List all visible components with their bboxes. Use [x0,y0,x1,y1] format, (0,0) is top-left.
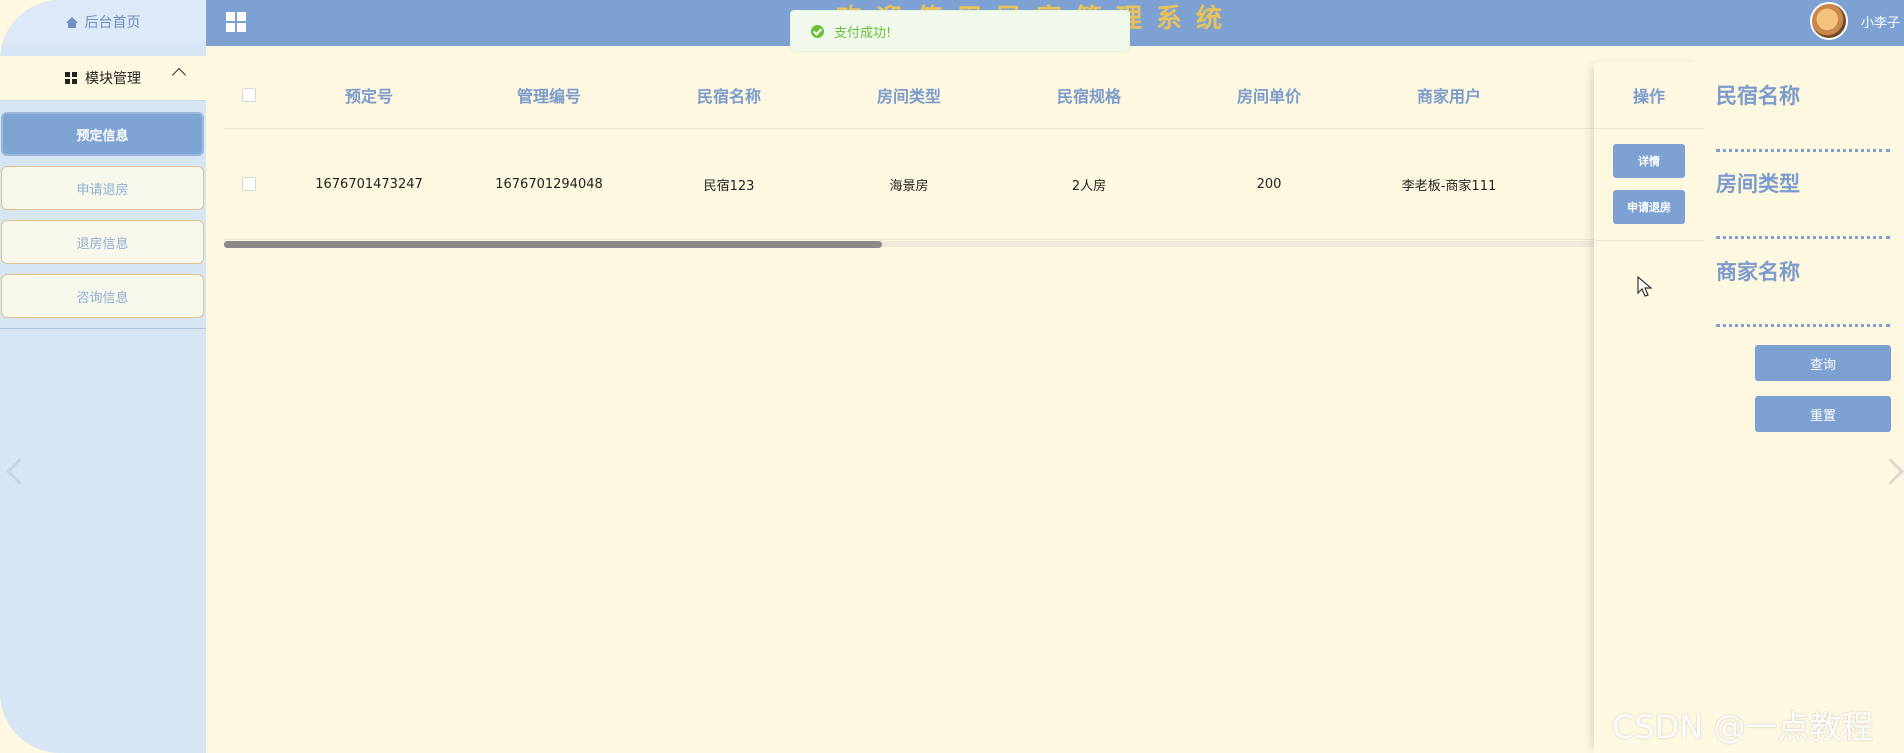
check-circle-icon [811,24,824,38]
search-label-merchant-name: 商家名称 [1716,260,1800,284]
row-checkbox[interactable] [242,177,256,191]
avatar[interactable] [1810,2,1848,40]
table-cell: 2人房 [1071,178,1107,194]
module-menu-toggle[interactable]: 模块管理 [0,56,206,101]
search-input-merchant-name[interactable] [1716,324,1890,327]
column-header: 商家用户 [1416,87,1481,106]
module-label: 模块管理 [85,71,141,87]
grid-icon [65,72,77,84]
search-input-room-type[interactable] [1716,236,1890,239]
table-cell: 海景房 [889,178,929,194]
table-cell: 200 [1256,176,1282,192]
home-icon [65,16,78,28]
table-cell: 1676701294048 [495,176,603,192]
sidebar-item-inquiry[interactable]: 咨询信息 [1,274,204,318]
table-cell: 民宿123 [703,178,755,194]
table-row: 1676701473247 1676701294048 民宿123 海景房 2人… [224,129,1594,240]
reservation-table: 预定号 管理编号 民宿名称 房间类型 民宿规格 房间单价 商家用户 167670… [224,62,1594,252]
sidebar-item-checkout-request[interactable]: 申请退房 [1,166,204,210]
search-panel: 民宿名称 房间类型 商家名称 查询 重置 [1704,62,1904,753]
sidebar-item-reservation[interactable]: 预定信息 [1,112,204,156]
column-header: 民宿规格 [1056,87,1121,106]
toast-message: 支付成功! [834,25,892,41]
sidebar-item-checkout-info[interactable]: 退房信息 [1,220,204,264]
table-cell: 1676701473247 [315,176,423,192]
sidebar: 后台首页 模块管理 预定信息 申请退房 退房信息 咨询信息 [0,0,206,753]
query-button[interactable]: 查询 [1755,345,1891,381]
menu-grid-icon[interactable] [226,12,246,32]
select-all-checkbox[interactable] [242,88,256,102]
horizontal-scrollbar-thumb[interactable] [224,241,882,248]
column-header: 管理编号 [516,87,581,106]
search-input-homestay-name[interactable] [1716,149,1890,152]
table-cell: 李老板-商家111 [1401,178,1497,194]
details-button[interactable]: 详情 [1613,144,1685,178]
row-divider [1594,240,1704,241]
home-link[interactable]: 后台首页 [0,0,206,44]
reset-button[interactable]: 重置 [1755,396,1891,432]
operation-column: 操作 详情 申请退房 [1594,62,1704,753]
column-header: 房间单价 [1236,87,1301,106]
search-label-homestay-name: 民宿名称 [1716,84,1800,108]
column-header: 预定号 [344,87,393,106]
column-header: 民宿名称 [696,87,761,106]
column-header: 房间类型 [876,87,941,106]
table-header-row: 预定号 管理编号 民宿名称 房间类型 民宿规格 房间单价 商家用户 [224,62,1594,129]
username[interactable]: 小李子 [1861,12,1900,31]
mouse-cursor-icon [1637,276,1653,297]
chevron-up-icon [171,67,187,83]
search-label-room-type: 房间类型 [1716,172,1800,196]
checkout-request-button[interactable]: 申请退房 [1613,190,1685,224]
home-label: 后台首页 [84,15,141,31]
sidebar-divider [0,328,206,329]
chevron-left-icon[interactable] [6,458,33,485]
success-toast: 支付成功! [790,10,1130,52]
operation-header: 操作 [1594,62,1704,129]
watermark: CSDN @一点教程 [1612,708,1874,746]
